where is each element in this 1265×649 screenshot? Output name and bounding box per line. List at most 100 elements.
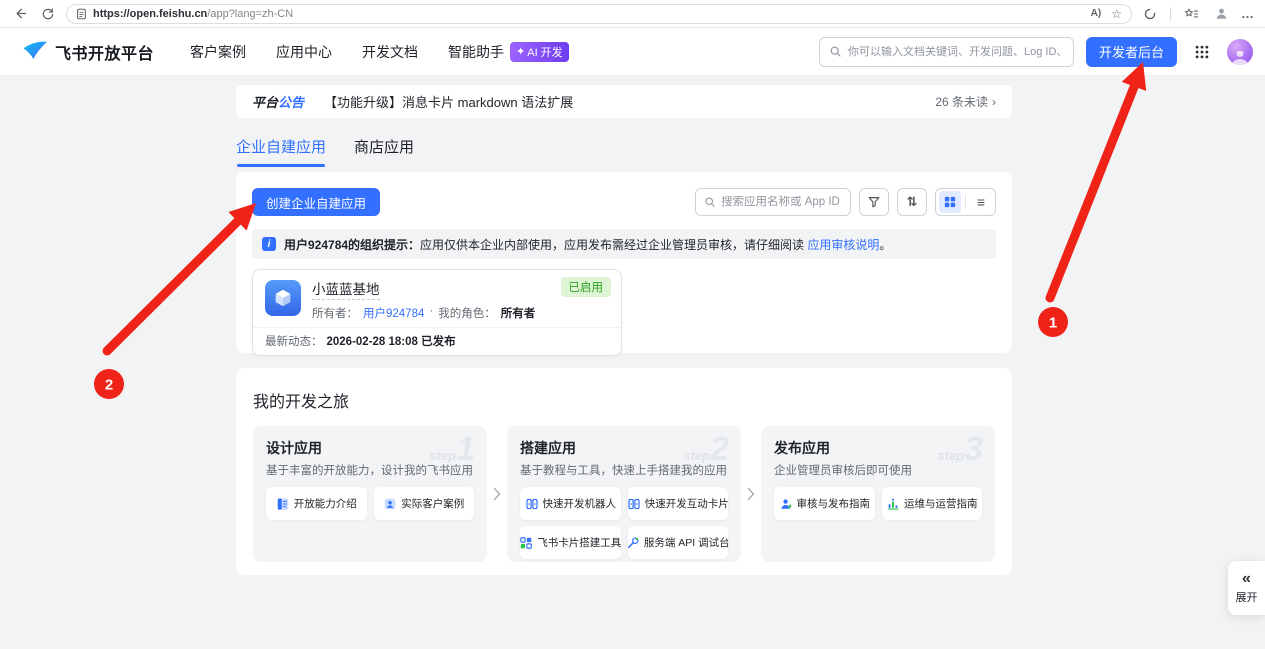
list-view-button[interactable]: ≡ bbox=[970, 191, 992, 213]
review-guide-link[interactable]: 应用审核说明 bbox=[807, 238, 879, 252]
step-card-publish: step3 发布应用 企业管理员审核后即可使用 审核与发布指南 运维与运营指南 bbox=[761, 426, 995, 562]
app-search-box[interactable] bbox=[695, 188, 851, 216]
app-search-input[interactable] bbox=[721, 196, 842, 208]
tab-enterprise-apps[interactable]: 企业自建应用 bbox=[236, 136, 326, 167]
customer-case-icon bbox=[383, 497, 397, 511]
doc-icon bbox=[276, 497, 290, 511]
apps-grid-icon[interactable] bbox=[1189, 39, 1215, 65]
nav-item-app-center[interactable]: 应用中心 bbox=[276, 42, 332, 62]
list-view-icon: ≡ bbox=[977, 194, 985, 210]
step-title: 搭建应用 bbox=[520, 438, 728, 458]
step-desc: 基于教程与工具，快速上手搭建我的应用 bbox=[520, 462, 728, 478]
step-chevron-icon bbox=[746, 487, 756, 501]
browser-menu-icon[interactable]: … bbox=[1241, 6, 1255, 21]
card-builder-icon bbox=[520, 536, 533, 550]
announcement-text[interactable]: 【功能升级】消息卡片 markdown 语法扩展 bbox=[324, 92, 573, 111]
browser-profile-icon[interactable] bbox=[1211, 4, 1231, 24]
bot-icon bbox=[525, 497, 539, 511]
url-text: https://open.feishu.cn/app?lang=zh-CN bbox=[93, 8, 293, 20]
app-toolbar: 创建企业自建应用 ⇅ ≡ bbox=[252, 188, 996, 216]
step-card-design: step1 设计应用 基于丰富的开放能力，设计我的飞书应用 开放能力介绍 实际客… bbox=[253, 426, 487, 562]
read-aloud-icon[interactable]: A) bbox=[1091, 8, 1102, 19]
view-mode-toggle: ≡ bbox=[935, 188, 996, 216]
header-search-input[interactable] bbox=[848, 46, 1064, 58]
quick-bot-button[interactable]: 快速开发机器人 bbox=[520, 487, 621, 520]
tab-store-apps[interactable]: 商店应用 bbox=[354, 136, 414, 167]
notice-info-icon: i bbox=[262, 237, 276, 251]
app-card[interactable]: 小蓝蓝基地 所有者：用户924784·我的角色：所有者 已启用 最新动态：202… bbox=[252, 269, 622, 356]
quick-card-button[interactable]: 快速开发互动卡片 bbox=[628, 487, 729, 520]
brand-logo[interactable]: 飞书开放平台 bbox=[22, 40, 154, 64]
ops-guide-button[interactable]: 运维与运营指南 bbox=[882, 487, 983, 520]
svg-text:1: 1 bbox=[1049, 315, 1057, 332]
app-activity: 最新动态：2026-02-28 18:08 已发布 bbox=[253, 328, 621, 355]
favorites-hub-icon[interactable] bbox=[1181, 4, 1201, 24]
cube-icon bbox=[272, 287, 294, 309]
status-badge: 已启用 bbox=[561, 277, 612, 297]
chrome-divider bbox=[1170, 7, 1171, 21]
address-bar[interactable]: https://open.feishu.cn/app?lang=zh-CN A)… bbox=[66, 4, 1132, 24]
step-title: 发布应用 bbox=[774, 438, 982, 458]
dev-journey-panel: 我的开发之旅 step1 设计应用 基于丰富的开放能力，设计我的飞书应用 开放能… bbox=[236, 368, 1012, 575]
nav-item-dev-docs[interactable]: 开发文档 bbox=[362, 42, 418, 62]
search-icon bbox=[704, 196, 716, 208]
expand-sidebar-button[interactable]: « 展开 bbox=[1228, 561, 1265, 615]
announcement-tag: 平台公告 bbox=[252, 92, 304, 111]
developer-console-button[interactable]: 开发者后台 bbox=[1086, 37, 1177, 67]
customer-case-button[interactable]: 实际客户案例 bbox=[374, 487, 475, 520]
annotation-badge-2: 2 bbox=[94, 369, 124, 399]
api-debug-button[interactable]: 服务端 API 调试台 bbox=[628, 526, 729, 559]
step-desc: 基于丰富的开放能力，设计我的飞书应用 bbox=[266, 462, 474, 478]
app-type-tabs: 企业自建应用 商店应用 bbox=[236, 136, 414, 167]
header-search-box[interactable] bbox=[819, 37, 1074, 67]
create-app-button[interactable]: 创建企业自建应用 bbox=[252, 188, 380, 216]
copilot-icon[interactable] bbox=[1140, 4, 1160, 24]
api-debug-icon bbox=[628, 536, 640, 550]
user-avatar[interactable] bbox=[1227, 39, 1253, 65]
card-builder-button[interactable]: 飞书卡片搭建工具 bbox=[520, 526, 621, 559]
browser-chrome: https://open.feishu.cn/app?lang=zh-CN A)… bbox=[0, 0, 1265, 28]
svg-text:2: 2 bbox=[105, 377, 113, 394]
browser-refresh-icon[interactable] bbox=[38, 4, 58, 24]
ai-dev-badge[interactable]: ✦AI 开发 bbox=[510, 42, 569, 62]
browser-back-icon[interactable] bbox=[10, 4, 30, 24]
org-notice-bar: i 用户924784的组织提示：应用仅供本企业内部使用，应用发布需经过企业管理员… bbox=[252, 229, 996, 259]
chevron-right-icon: › bbox=[992, 95, 996, 109]
sort-button[interactable]: ⇅ bbox=[897, 188, 927, 216]
grid-view-icon bbox=[944, 196, 956, 208]
annotation-arrow-2 bbox=[107, 203, 256, 351]
app-icon bbox=[265, 280, 301, 316]
open-capability-button[interactable]: 开放能力介绍 bbox=[266, 487, 367, 520]
toggle-divider bbox=[965, 195, 966, 209]
expand-label: 展开 bbox=[1236, 589, 1258, 605]
search-icon bbox=[829, 45, 842, 58]
brand-name: 飞书开放平台 bbox=[55, 40, 154, 64]
nav-item-ai-assistant[interactable]: 智能助手 ✦AI 开发 bbox=[448, 42, 569, 62]
ops-chart-icon bbox=[886, 497, 900, 511]
annotation-badge-1: 1 bbox=[1038, 307, 1068, 337]
step-desc: 企业管理员审核后即可使用 bbox=[774, 462, 982, 478]
collapse-left-icon: « bbox=[1242, 571, 1251, 587]
journey-title: 我的开发之旅 bbox=[253, 388, 995, 412]
step-title: 设计应用 bbox=[266, 438, 474, 458]
step-chevron-icon bbox=[492, 487, 502, 501]
app-meta: 所有者：用户924784·我的角色：所有者 bbox=[312, 305, 535, 321]
grid-view-button[interactable] bbox=[939, 191, 961, 213]
sort-icon: ⇅ bbox=[907, 194, 918, 210]
audit-publish-button[interactable]: 审核与发布指南 bbox=[774, 487, 875, 520]
site-header: 飞书开放平台 客户案例 应用中心 开发文档 智能助手 ✦AI 开发 开发者后台 bbox=[0, 28, 1265, 76]
sparkle-icon: ✦ bbox=[516, 45, 525, 58]
page-info-icon[interactable] bbox=[76, 8, 87, 20]
app-owner-link[interactable]: 用户924784 bbox=[363, 305, 424, 321]
platform-announcement-bar[interactable]: 平台公告 【功能升级】消息卡片 markdown 语法扩展 26 条未读› bbox=[236, 85, 1012, 118]
unread-count-link[interactable]: 26 条未读› bbox=[935, 93, 996, 110]
nav-item-customer-cases[interactable]: 客户案例 bbox=[190, 42, 246, 62]
step-card-build: step2 搭建应用 基于教程与工具，快速上手搭建我的应用 快速开发机器人 快速… bbox=[507, 426, 741, 562]
annotation-arrow-1 bbox=[1050, 62, 1146, 298]
app-name[interactable]: 小蓝蓝基地 bbox=[312, 278, 380, 300]
interactive-card-icon bbox=[628, 497, 641, 511]
app-list-panel: 创建企业自建应用 ⇅ ≡ i 用户924784的组织提示：应用仅供本 bbox=[236, 172, 1012, 353]
filter-button[interactable] bbox=[859, 188, 889, 216]
main-nav: 客户案例 应用中心 开发文档 智能助手 ✦AI 开发 bbox=[190, 42, 569, 62]
favorite-star-icon[interactable]: ☆ bbox=[1111, 7, 1122, 21]
